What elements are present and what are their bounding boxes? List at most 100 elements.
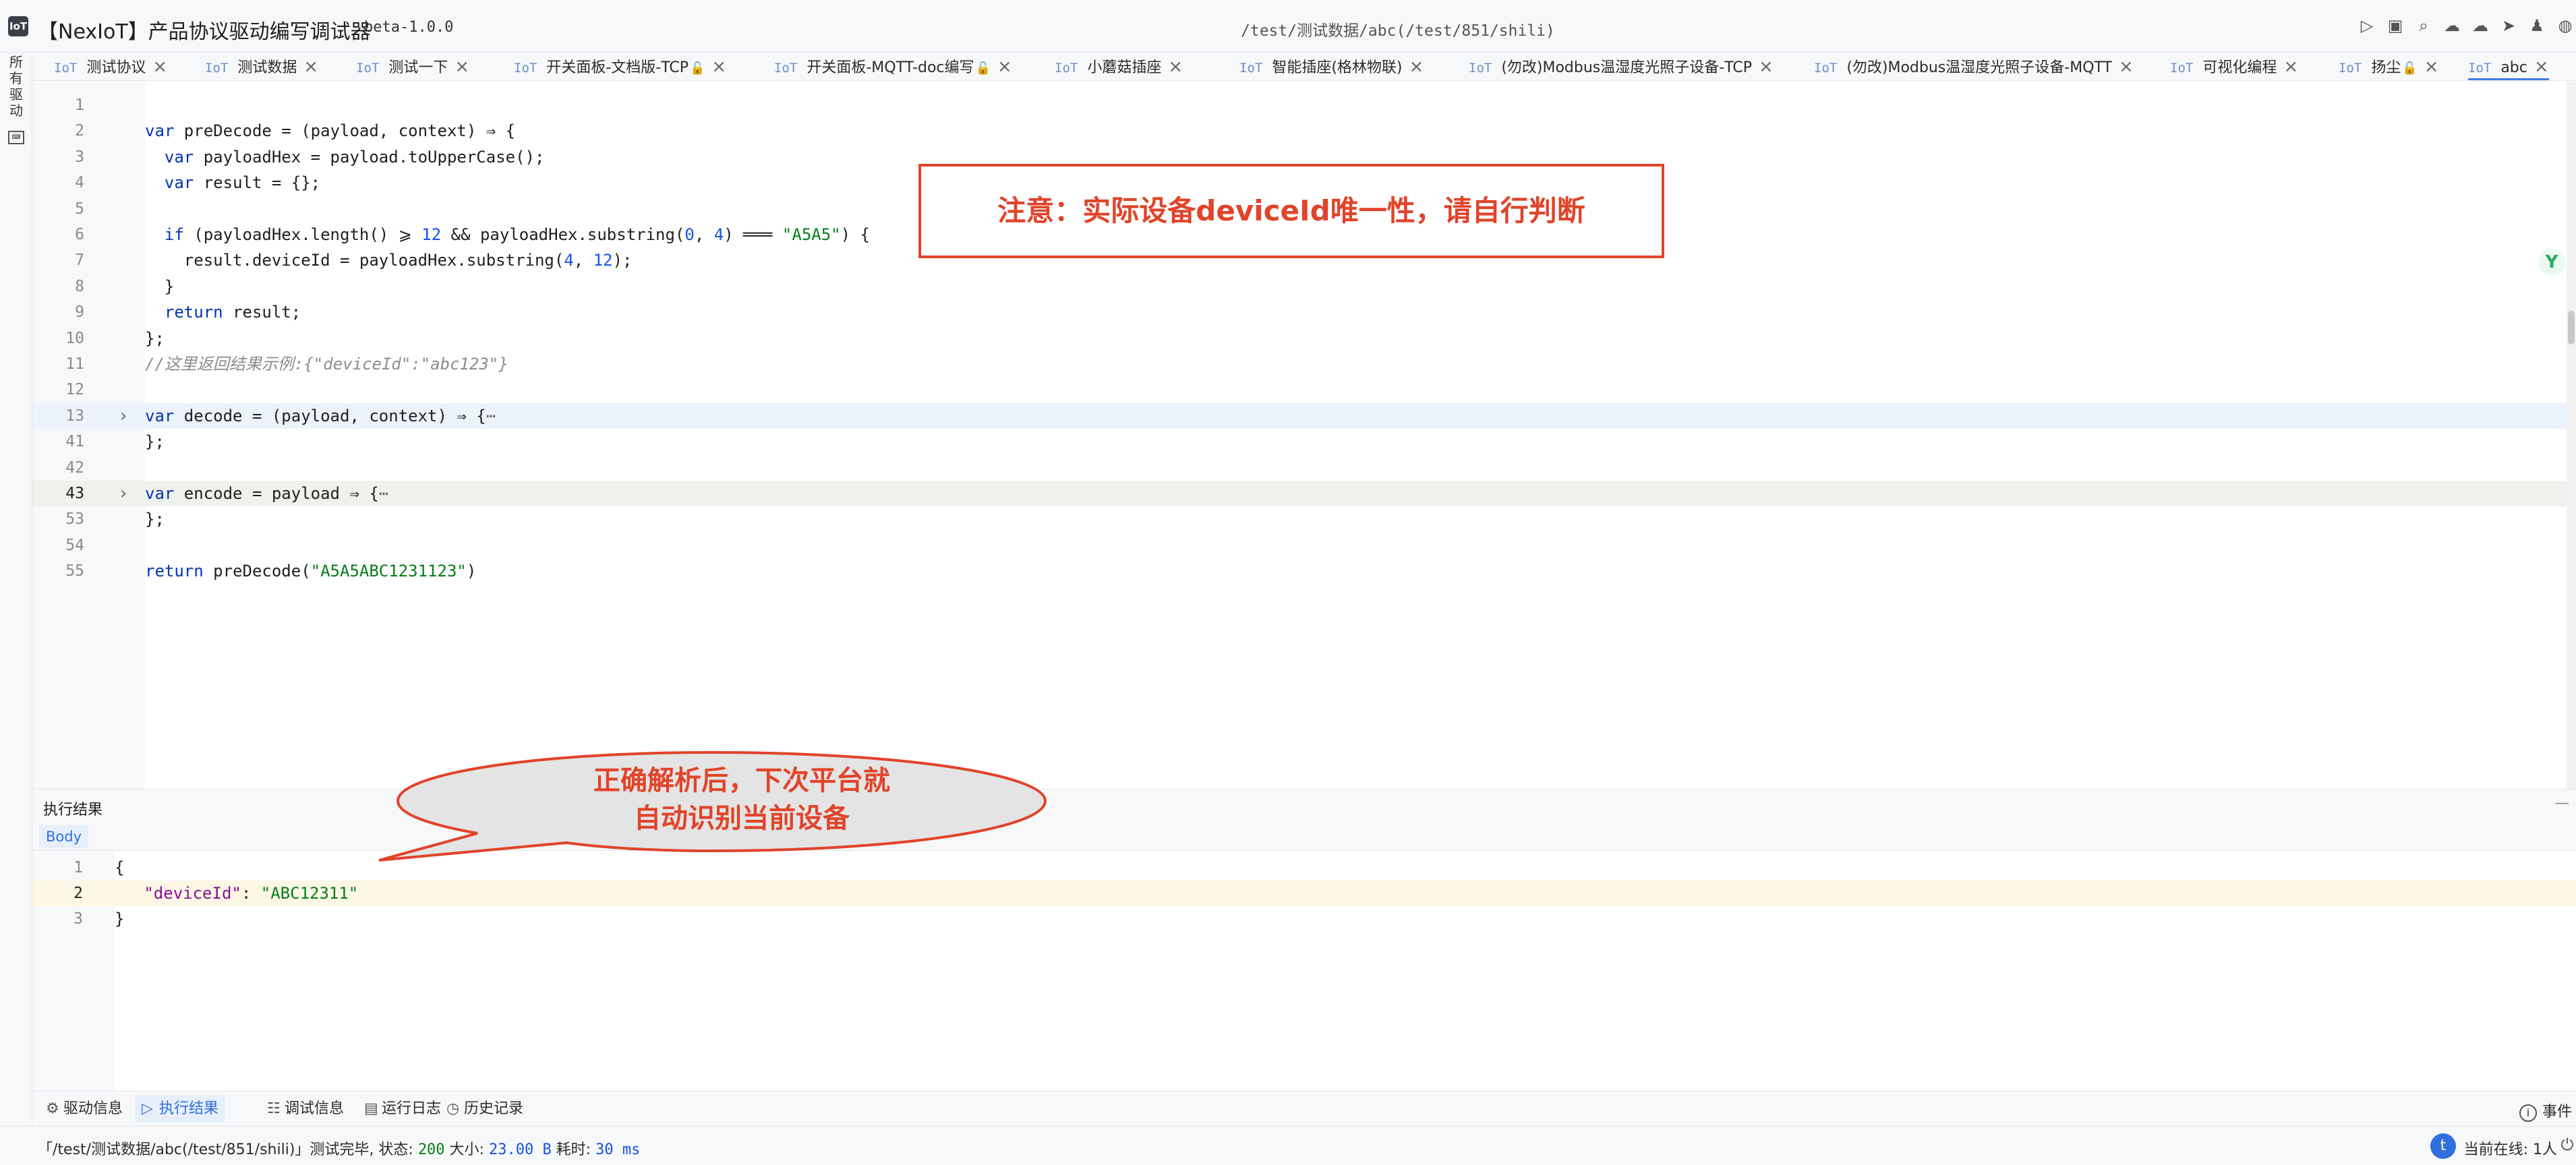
- code-line[interactable]: 13 › var decode = (payload, context) ⇒ {⋯: [32, 402, 2576, 429]
- tool-tab-4[interactable]: ▤ 运行日志: [357, 1096, 448, 1123]
- close-icon[interactable]: ×: [455, 57, 469, 77]
- scrollbar-thumb[interactable]: [2568, 311, 2575, 345]
- code-line[interactable]: 2 var preDecode = (payload, context) ⇒ {: [32, 118, 2576, 144]
- all-drivers-toggle[interactable]: 所有驱动: [8, 54, 24, 119]
- tool-tab-2[interactable]: ▷ 执行结果: [135, 1096, 226, 1123]
- user-avatar[interactable]: t: [2430, 1133, 2456, 1159]
- code-line[interactable]: 11 //这里返回结果示例:{"deviceId":"abc123"}: [32, 351, 2576, 377]
- result-panel-title: 执行结果: [43, 802, 103, 818]
- tab-label: 测试一下: [388, 59, 448, 76]
- tab-5[interactable]: IoT 开关面板-MQTT-doc编写 🔓 ×: [774, 53, 1012, 80]
- close-icon[interactable]: ×: [1409, 57, 1424, 77]
- tab-3[interactable]: IoT 测试一下 ×: [356, 53, 469, 80]
- tool-tab-5[interactable]: ◷ 历史记录: [440, 1096, 530, 1123]
- close-icon[interactable]: ×: [2424, 57, 2439, 77]
- send-icon[interactable]: ➤: [2498, 15, 2519, 36]
- search-icon[interactable]: ⌕: [2413, 15, 2434, 36]
- code-line[interactable]: 53};: [32, 506, 2576, 532]
- iot-prefix-icon: IoT: [2170, 61, 2194, 76]
- line-number: 41: [65, 433, 84, 451]
- code-line[interactable]: 41};: [32, 429, 2576, 454]
- tab-9[interactable]: IoT (勿改)Modbus温湿度光照子设备-MQTT ×: [1814, 53, 2134, 80]
- assistant-plugin-icon[interactable]: Y: [2538, 249, 2565, 276]
- iot-prefix-icon: IoT: [205, 61, 229, 76]
- tab-8[interactable]: IoT (勿改)Modbus温湿度光照子设备-TCP ×: [1469, 53, 1774, 80]
- iot-prefix-icon: IoT: [356, 61, 380, 76]
- line-number: 1: [74, 859, 83, 876]
- tab-12[interactable]: IoT abc ×: [2468, 53, 2549, 80]
- close-icon[interactable]: ×: [2283, 57, 2298, 77]
- status-bar: 「/test/测试数据/abc(/test/851/shili)」测试完毕, 状…: [0, 1126, 2576, 1165]
- cloud-upload-icon[interactable]: ☁: [2441, 15, 2463, 36]
- tab-7[interactable]: IoT 智能插座(格林物联) ×: [1239, 53, 1424, 80]
- bottom-tool-tabs: ⚙ 驱动信息 ▷ 执行结果 ☷ 调试信息 ▤ 运行日志 ◷ 历史记录 i 事件: [32, 1091, 2576, 1126]
- run-icon[interactable]: ▷: [2356, 15, 2378, 36]
- driver-info-icon: ⚙: [46, 1100, 59, 1117]
- code-line[interactable]: 42: [32, 455, 2576, 481]
- lock-icon: 🔓: [2402, 61, 2418, 76]
- close-icon[interactable]: ×: [711, 57, 726, 77]
- chevron-right-icon[interactable]: ›: [118, 403, 129, 429]
- line-number: 43: [65, 485, 84, 502]
- iot-prefix-icon: IoT: [1469, 61, 1492, 76]
- collapse-panel-button[interactable]: —: [2554, 795, 2569, 812]
- tool-tab-1[interactable]: ⚙ 驱动信息: [39, 1096, 129, 1123]
- tab-6[interactable]: IoT 小蘑菇插座 ×: [1055, 53, 1183, 80]
- line-number: 7: [75, 251, 84, 270]
- result-line[interactable]: 2 "deviceId": "ABC12311": [32, 880, 2576, 906]
- file-path-title: /test/测试数据/abc(/test/851/shili): [1241, 22, 1555, 40]
- globe-icon[interactable]: ◍: [2554, 15, 2576, 36]
- code-line[interactable]: 12: [32, 377, 2576, 402]
- tab-10[interactable]: IoT 可视化编程 ×: [2170, 53, 2298, 80]
- code-line[interactable]: 8 }: [32, 274, 2576, 299]
- result-viewer[interactable]: 1{2 "deviceId": "ABC12311" 3}: [32, 851, 2576, 1091]
- code-line[interactable]: 1: [32, 92, 2576, 118]
- tool-tab-label: 调试信息: [285, 1100, 345, 1117]
- shirt-icon[interactable]: ♟: [2526, 15, 2548, 36]
- events-tab[interactable]: i 事件: [2519, 1100, 2572, 1122]
- line-number: 13: [65, 407, 84, 425]
- close-icon[interactable]: ×: [152, 57, 167, 77]
- close-icon[interactable]: ×: [997, 57, 1012, 77]
- code-line[interactable]: 55 return preDecode("A5A5ABC1231123"): [32, 558, 2576, 584]
- tab-label: 开关面板-文档版-TCP: [546, 59, 689, 76]
- close-icon[interactable]: ×: [2119, 57, 2134, 77]
- code-line[interactable]: 10};: [32, 326, 2576, 351]
- editor-scrollbar[interactable]: [2567, 82, 2576, 789]
- power-icon[interactable]: ⏻: [2558, 1136, 2576, 1154]
- tab-2[interactable]: IoT 测试数据 ×: [205, 53, 318, 80]
- code-line[interactable]: 43 › var encode = payload ⇒ {⋯: [32, 481, 2576, 506]
- line-number: 8: [75, 277, 84, 295]
- tab-body[interactable]: Body: [39, 825, 89, 848]
- tab-label: 开关面板-MQTT-doc编写: [807, 59, 974, 76]
- status-time: 30 ms: [595, 1141, 641, 1158]
- tab-label: 测试数据: [237, 59, 297, 76]
- tool-tab-label: 驱动信息: [63, 1100, 123, 1117]
- chevron-right-icon[interactable]: ›: [118, 481, 129, 506]
- result-line[interactable]: 3}: [32, 906, 2576, 932]
- tab-1[interactable]: IoT 测试协议 ×: [54, 53, 167, 80]
- tab-label: 智能插座(格林物联): [1272, 59, 1403, 76]
- tab-11[interactable]: IoT 扬尘 🔓 ×: [2339, 53, 2439, 80]
- cloud-download-icon[interactable]: ☁: [2469, 15, 2491, 36]
- code-text: };: [145, 328, 165, 348]
- iot-prefix-icon: IoT: [54, 61, 78, 76]
- close-icon[interactable]: ×: [1168, 57, 1183, 77]
- close-icon[interactable]: ×: [2534, 57, 2549, 77]
- save-icon[interactable]: ▣: [2384, 15, 2406, 36]
- line-number: 6: [75, 226, 84, 243]
- result-text: }: [115, 909, 125, 928]
- tool-tab-label: 历史记录: [464, 1100, 524, 1117]
- iot-prefix-icon: IoT: [2339, 61, 2362, 76]
- code-line[interactable]: 9 return result;: [32, 299, 2576, 325]
- lock-icon: 🔓: [689, 61, 705, 76]
- close-icon[interactable]: ×: [1759, 57, 1774, 77]
- tool-tab-3[interactable]: ☷ 调试信息: [260, 1096, 351, 1123]
- close-icon[interactable]: ×: [303, 57, 318, 77]
- tab-4[interactable]: IoT 开关面板-文档版-TCP 🔓 ×: [514, 53, 726, 80]
- code-line[interactable]: 54: [32, 533, 2576, 558]
- line-number: 55: [65, 562, 84, 580]
- keyboard-icon[interactable]: ⌨: [8, 131, 24, 144]
- run-result-icon: ▷: [142, 1100, 153, 1117]
- title-bar: IoT 【NexIoT】产品协议驱动编写调试器 beta-1.0.0 /test…: [0, 0, 2576, 53]
